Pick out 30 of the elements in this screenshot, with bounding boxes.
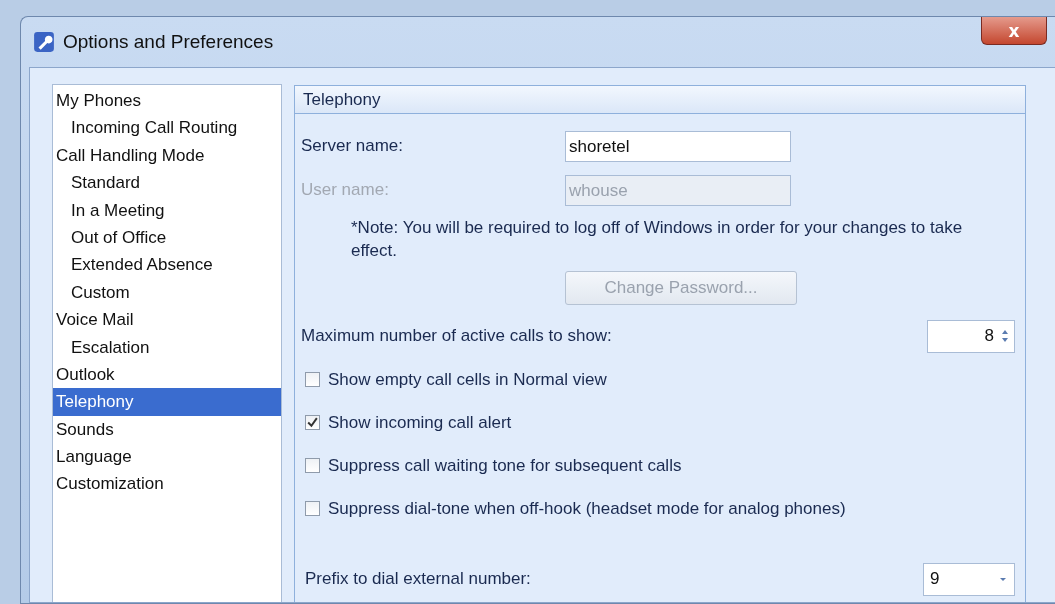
- checkbox-label: Suppress call waiting tone for subsequent calls: [328, 455, 682, 476]
- close-button[interactable]: x: [981, 17, 1047, 45]
- window-title: Options and Preferences: [63, 31, 274, 53]
- dropdown-field[interactable]: 9: [923, 562, 1015, 596]
- field-label: Prefix to dial external number:: [305, 569, 531, 589]
- tree-item[interactable]: My Phones: [53, 87, 281, 115]
- field-label: User name:: [301, 180, 390, 200]
- tree-item[interactable]: Sounds: [53, 415, 281, 444]
- tree-item[interactable]: Standard: [53, 169, 281, 197]
- spin-box[interactable]: 8: [927, 319, 1015, 353]
- text-field[interactable]: shoretel: [565, 130, 791, 162]
- tree-item[interactable]: Language: [53, 443, 281, 471]
- tree-item[interactable]: Outlook: [53, 360, 281, 389]
- tree-item[interactable]: Escalation: [53, 333, 281, 361]
- tree-item[interactable]: Call Handling Mode: [53, 141, 281, 170]
- tree-item[interactable]: Extended Absence: [53, 251, 281, 279]
- panel-header: Telephony: [295, 86, 1025, 114]
- field-label: Server name:: [301, 136, 405, 156]
- note-text: *Note: You will be required to log off of Windows in order for your changes to take effect.: [351, 217, 964, 262]
- tree-item[interactable]: Out of Office: [53, 223, 281, 252]
- checkbox-label: Show incoming call alert: [328, 412, 512, 433]
- tree-item[interactable]: In a Meeting: [53, 196, 281, 224]
- tree-item[interactable]: Telephony: [53, 388, 281, 416]
- tree-item[interactable]: Incoming Call Routing: [53, 114, 281, 142]
- tree-item[interactable]: Voice Mail: [53, 306, 281, 334]
- field-label: Maximum number of active calls to show:: [301, 326, 612, 346]
- tree-item[interactable]: Customization: [53, 470, 281, 498]
- tree-item[interactable]: Custom: [53, 278, 281, 307]
- checkbox-label: Suppress dial-tone when off-hook (headset mode for analog phones): [328, 498, 846, 519]
- checkbox-label: Show empty call cells in Normal view: [328, 369, 607, 390]
